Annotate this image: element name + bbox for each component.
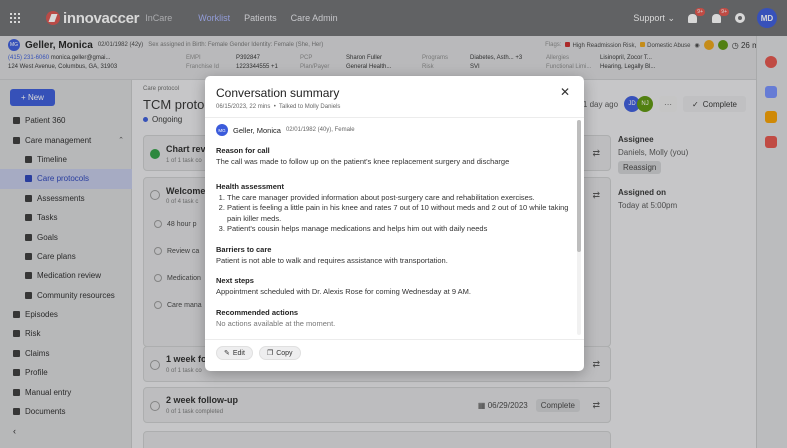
summary-patient-name: Geller, Monica <box>233 125 281 135</box>
pencil-icon: ✎ <box>224 350 230 357</box>
list-item: Patient's cousin helps manage medication… <box>227 224 572 235</box>
section-heading: Reason for call <box>216 146 270 155</box>
copy-button[interactable]: ❐ Copy <box>258 346 301 360</box>
section-text: Appointment scheduled with Dr. Alexis Ro… <box>216 287 471 296</box>
section-heading: Health assessment <box>216 181 284 191</box>
section-heading: Next steps <box>216 276 254 285</box>
copy-label: Copy <box>276 349 293 357</box>
summary-body: MG Geller, Monica 02/01/1982 (40y), Fema… <box>216 124 572 337</box>
health-assessment-list: The care manager provided information ab… <box>216 193 572 235</box>
modal-title: Conversation summary <box>216 86 340 100</box>
avatar: MG <box>216 124 228 136</box>
edit-button[interactable]: ✎ Edit <box>216 346 253 360</box>
divider <box>205 117 584 118</box>
summary-patient-dob: 02/01/1982 (40y), Female <box>285 127 355 133</box>
close-icon[interactable]: ✕ <box>560 85 570 99</box>
list-item: The care manager provided information ab… <box>227 193 572 204</box>
section-recommended-actions: Recommended actions No actions available… <box>216 308 572 330</box>
section-heading: Barriers to care <box>216 244 272 254</box>
divider <box>205 339 584 340</box>
call-date: 06/15/2023, 22 mins <box>216 104 271 110</box>
section-text: The call was made to follow up on the pa… <box>216 157 510 166</box>
summary-patient: MG Geller, Monica 02/01/1982 (40y), Fema… <box>216 124 572 136</box>
section-text: No actions available at the moment. <box>216 318 336 328</box>
edit-label: Edit <box>232 349 245 357</box>
talked-to: Talked to Molly Daniels <box>279 104 341 110</box>
section-health-assessment: Health assessment The care manager provi… <box>216 182 572 235</box>
conversation-summary-modal: Conversation summary 06/15/2023, 22 mins… <box>205 76 584 371</box>
modal-footer: ✎ Edit ❐ Copy <box>216 346 301 360</box>
section-reason: Reason for call The call was made to fol… <box>216 146 572 168</box>
scrollbar-thumb[interactable] <box>577 120 581 252</box>
section-text: Patient is not able to walk and requires… <box>216 255 448 265</box>
modal-subtitle: 06/15/2023, 22 mins • Talked to Molly Da… <box>216 104 341 110</box>
copy-icon: ❐ <box>266 350 274 357</box>
section-barriers: Barriers to care Patient is not able to … <box>216 245 572 267</box>
section-heading: Recommended actions <box>216 307 299 317</box>
section-next-steps: Next steps Appointment scheduled with Dr… <box>216 276 572 298</box>
list-item: Patient is feeling a little pain in his … <box>227 203 572 224</box>
